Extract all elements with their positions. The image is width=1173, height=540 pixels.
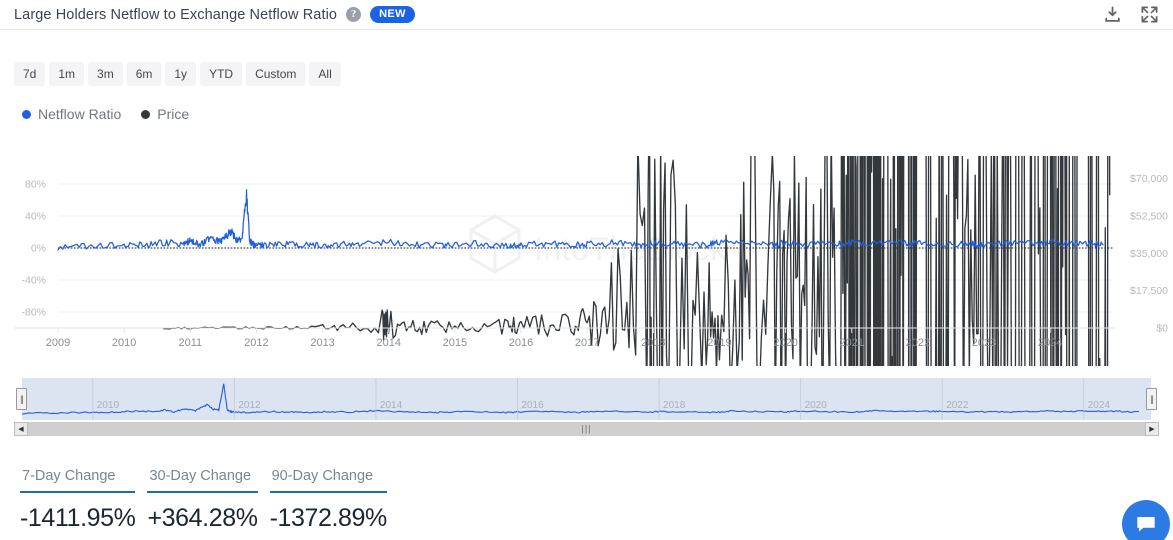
svg-text:2010: 2010 [97, 400, 120, 411]
scroll-right-arrow-icon[interactable]: ▶ [1145, 422, 1159, 436]
svg-text:$35,000: $35,000 [1130, 248, 1168, 260]
chart-plot-area[interactable]: IntoTheBlock 80% 40% 0% -40% -80% $70,000 $52,5… [0, 156, 1173, 366]
svg-text:2018: 2018 [663, 400, 686, 411]
header-actions [1103, 5, 1159, 24]
svg-text:2011: 2011 [178, 337, 202, 349]
svg-text:-80%: -80% [21, 307, 46, 319]
svg-text:2014: 2014 [376, 337, 400, 349]
svg-text:2019: 2019 [707, 337, 731, 349]
chart-legend: Netflow Ratio Price [22, 106, 189, 122]
stat-value: -1372.89% [269, 504, 388, 532]
svg-text:2022: 2022 [906, 337, 930, 349]
chart-widget: Large Holders Netflow to Exchange Netflo… [0, 0, 1173, 540]
legend-label: Price [157, 106, 190, 122]
svg-text:2015: 2015 [443, 337, 467, 349]
svg-text:2022: 2022 [946, 400, 969, 411]
legend-item-price[interactable]: Price [141, 106, 189, 122]
widget-header: Large Holders Netflow to Exchange Netflo… [0, 0, 1173, 30]
svg-text:2020: 2020 [805, 400, 828, 411]
svg-text:2012: 2012 [238, 400, 261, 411]
scrollbar-grip[interactable]: ||| [581, 424, 591, 434]
chart-navigator[interactable]: 2010 2012 2014 2016 2018 2020 2022 2024 || || ◀… [0, 378, 1173, 436]
range-button-all[interactable]: All [309, 62, 341, 86]
horizontal-scrollbar[interactable]: ◀ ||| ▶ [14, 422, 1159, 436]
svg-text:$17,500: $17,500 [1130, 285, 1168, 297]
svg-text:2016: 2016 [509, 337, 533, 349]
legend-item-netflow-ratio[interactable]: Netflow Ratio [22, 106, 121, 122]
range-button-1m[interactable]: 1m [49, 62, 85, 86]
svg-text:2010: 2010 [112, 337, 136, 349]
svg-text:$70,000: $70,000 [1130, 173, 1168, 185]
legend-dot-icon [22, 109, 31, 119]
fullscreen-icon[interactable] [1140, 5, 1159, 24]
stat-value: +364.28% [147, 504, 258, 532]
scrollbar-track[interactable]: ||| [28, 422, 1145, 436]
chat-bubble-icon [1137, 516, 1155, 532]
question-mark-icon[interactable]: ? [346, 7, 362, 22]
svg-text:$0: $0 [1156, 323, 1168, 335]
svg-text:2024: 2024 [1038, 337, 1062, 349]
range-button-7d[interactable]: 7d [14, 62, 46, 86]
svg-text:2009: 2009 [46, 337, 70, 349]
range-button-3m[interactable]: 3m [88, 62, 123, 86]
svg-text:2017: 2017 [575, 337, 599, 349]
stat-label: 30-Day Change [149, 468, 252, 484]
svg-text:-40%: -40% [21, 275, 46, 287]
navigator-track[interactable]: 2010 2012 2014 2016 2018 2020 2022 2024 [22, 378, 1151, 420]
summary-stats: 7-Day Change -1411.95% 30-Day Change +36… [20, 468, 387, 533]
svg-text:2016: 2016 [521, 400, 544, 411]
range-button-ytd[interactable]: YTD [200, 62, 243, 86]
navigator-right-handle[interactable]: || [1146, 388, 1157, 410]
stat-label: 90-Day Change [271, 468, 374, 484]
svg-text:$52,500: $52,500 [1130, 211, 1168, 223]
new-badge: NEW [370, 6, 415, 23]
time-range-selector: 7d 1m 3m 6m 1y YTD Custom All [14, 62, 341, 86]
range-button-custom[interactable]: Custom [246, 62, 306, 86]
stat-90-day-change[interactable]: 90-Day Change -1372.89% [269, 468, 388, 533]
scroll-left-arrow-icon[interactable]: ◀ [14, 422, 28, 436]
stat-30-day-change[interactable]: 30-Day Change +364.28% [147, 468, 258, 533]
stat-label: 7-Day Change [22, 468, 116, 484]
svg-text:2020: 2020 [773, 337, 797, 349]
svg-text:2013: 2013 [310, 337, 334, 349]
svg-text:0%: 0% [31, 243, 46, 255]
svg-text:80%: 80% [25, 179, 46, 191]
svg-text:2021: 2021 [839, 337, 863, 349]
svg-text:2023: 2023 [972, 337, 996, 349]
range-button-6m[interactable]: 6m [126, 62, 162, 86]
svg-text:2018: 2018 [641, 337, 665, 349]
stat-7-day-change[interactable]: 7-Day Change -1411.95% [20, 468, 136, 533]
stat-value: -1411.95% [20, 504, 136, 532]
download-icon[interactable] [1103, 5, 1122, 24]
legend-dot-icon [141, 109, 151, 119]
legend-label: Netflow Ratio [38, 106, 122, 122]
chat-widget-button[interactable] [1122, 500, 1170, 540]
range-button-1y[interactable]: 1y [165, 62, 197, 86]
navigator-mini-chart: 2010 2012 2014 2016 2018 2020 2022 2024 [22, 378, 1139, 420]
main-chart-svg[interactable]: IntoTheBlock80%40%0%-40%-80%$70,000$52,5… [0, 156, 1173, 366]
svg-text:40%: 40% [25, 211, 46, 223]
svg-text:2014: 2014 [380, 400, 403, 411]
navigator-left-handle[interactable]: || [16, 388, 27, 410]
svg-text:2012: 2012 [244, 337, 268, 349]
svg-text:2024: 2024 [1088, 400, 1111, 411]
page-title: Large Holders Netflow to Exchange Netflo… [14, 6, 338, 23]
